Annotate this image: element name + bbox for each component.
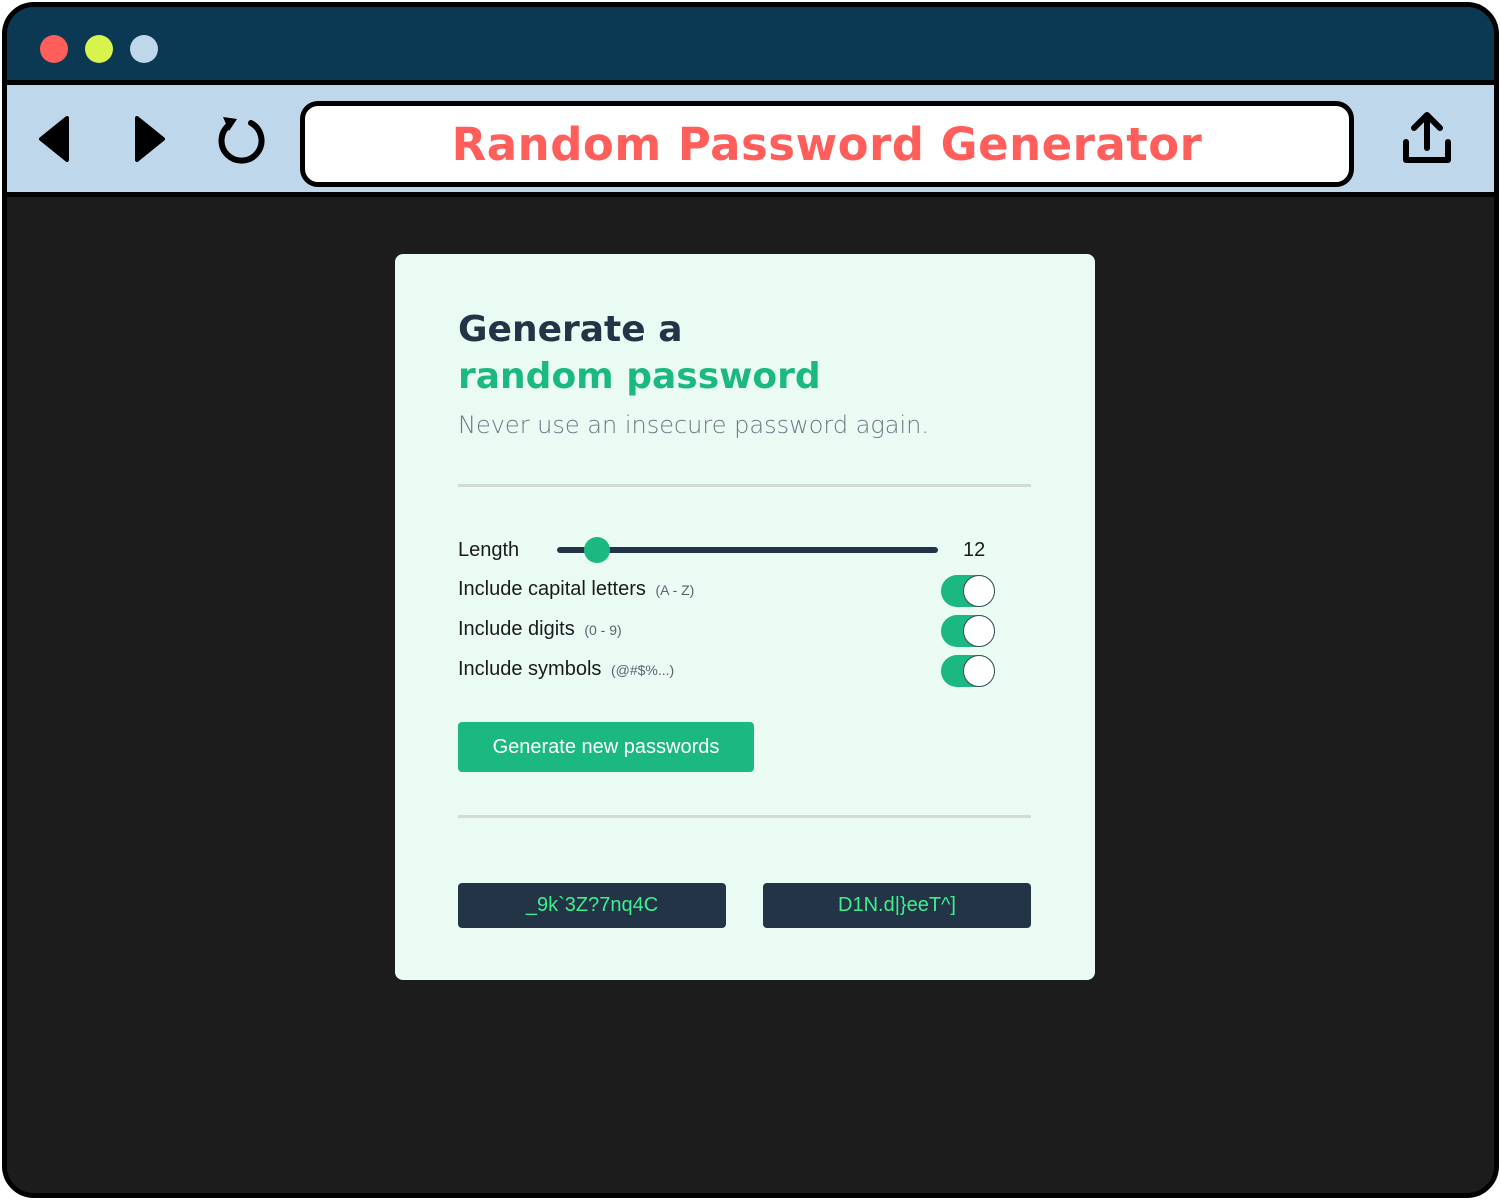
reload-button[interactable] bbox=[211, 85, 271, 192]
option-digits: Include digits (0 - 9) bbox=[458, 618, 622, 641]
forward-arrow-icon bbox=[135, 115, 165, 162]
bottom-divider bbox=[458, 815, 1031, 818]
page-content: Generate a random password Never use an … bbox=[7, 202, 1494, 1193]
option-label: Include symbols bbox=[458, 658, 602, 680]
maximize-window-button[interactable] bbox=[130, 35, 158, 63]
password-generator-card: Generate a random password Never use an … bbox=[395, 254, 1095, 980]
generate-passwords-button[interactable]: Generate new passwords bbox=[458, 722, 754, 772]
option-label: Include digits bbox=[458, 618, 575, 640]
top-divider bbox=[458, 484, 1031, 487]
close-window-button[interactable] bbox=[40, 35, 68, 63]
back-button[interactable] bbox=[29, 85, 79, 192]
option-capital-letters: Include capital letters (A - Z) bbox=[458, 578, 694, 601]
share-button[interactable] bbox=[1395, 85, 1459, 192]
address-bar[interactable]: Random Password Generator bbox=[300, 101, 1354, 187]
page-title: Generate a random password bbox=[458, 306, 821, 400]
length-label: Length bbox=[458, 539, 520, 561]
option-hint: (A - Z) bbox=[655, 582, 695, 598]
capital-letters-toggle[interactable] bbox=[941, 575, 995, 607]
length-value: 12 bbox=[963, 539, 986, 561]
title-line-2: random password bbox=[458, 356, 821, 397]
title-line-1: Generate a bbox=[458, 309, 683, 350]
browser-toolbar: Random Password Generator bbox=[7, 85, 1494, 197]
reload-icon bbox=[218, 116, 265, 164]
length-slider-thumb[interactable] bbox=[584, 537, 610, 563]
symbols-toggle[interactable] bbox=[941, 655, 995, 687]
subtitle: Never use an insecure password again. bbox=[458, 411, 930, 439]
option-symbols: Include symbols (@#$%...) bbox=[458, 658, 674, 681]
length-slider-track[interactable] bbox=[557, 547, 938, 553]
toggle-knob bbox=[963, 575, 995, 607]
option-hint: (0 - 9) bbox=[584, 622, 622, 638]
toggle-knob bbox=[963, 615, 995, 647]
option-hint: (@#$%...) bbox=[610, 662, 675, 678]
address-text: Random Password Generator bbox=[451, 117, 1203, 171]
option-label: Include capital letters bbox=[458, 578, 646, 600]
toggle-knob bbox=[963, 655, 995, 687]
share-icon bbox=[1403, 111, 1451, 163]
back-arrow-icon bbox=[39, 115, 69, 162]
minimize-window-button[interactable] bbox=[85, 35, 113, 63]
title-bar bbox=[7, 7, 1494, 85]
forward-button[interactable] bbox=[125, 85, 175, 192]
password-output-1[interactable]: _9k`3Z?7nq4C bbox=[458, 883, 726, 928]
browser-window: Random Password Generator Generate a ran… bbox=[2, 2, 1499, 1198]
digits-toggle[interactable] bbox=[941, 615, 995, 647]
password-output-2[interactable]: D1N.d|}eeT^] bbox=[763, 883, 1031, 928]
